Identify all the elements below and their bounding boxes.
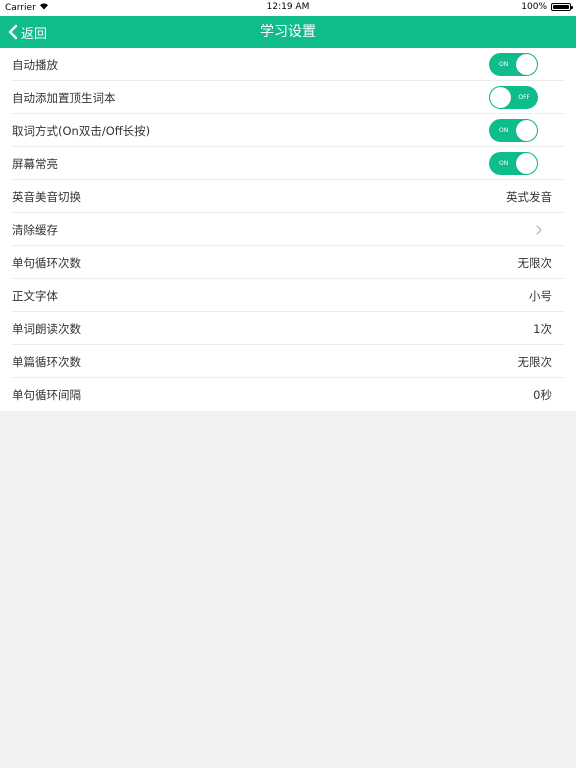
toggle-state: OFF <box>518 94 530 101</box>
toggle-state: ON <box>499 61 509 68</box>
setting-value: 0秒 <box>533 387 552 402</box>
chevron-right-icon <box>536 224 542 235</box>
setting-label: 英音美音切换 <box>12 189 81 204</box>
setting-label: 自动播放 <box>12 57 58 72</box>
setting-label: 单篇循环次数 <box>12 354 81 369</box>
auto-add-wordbook-toggle[interactable]: OFF <box>489 86 538 109</box>
setting-sentence-loop-interval[interactable]: 单句循环间隔 0秒 <box>0 378 576 411</box>
setting-sentence-loop-count[interactable]: 单句循环次数 无限次 <box>0 246 576 279</box>
status-bar: Carrier 12:19 AM 100% <box>0 0 576 16</box>
setting-accent-switch[interactable]: 英音美音切换 英式发音 <box>0 180 576 213</box>
setting-value: 无限次 <box>517 354 553 369</box>
screen-always-on-toggle[interactable]: ON <box>489 152 538 175</box>
auto-play-toggle[interactable]: ON <box>489 53 538 76</box>
setting-value: 无限次 <box>517 255 553 270</box>
setting-label: 取词方式(On双击/Off长按) <box>12 123 151 138</box>
setting-word-read-count[interactable]: 单词朗读次数 1次 <box>0 312 576 345</box>
setting-label: 自动添加置顶生词本 <box>12 90 116 105</box>
setting-label: 单句循环次数 <box>12 255 81 270</box>
setting-label: 屏幕常亮 <box>12 156 58 171</box>
settings-list: 自动播放 ON 自动添加置顶生词本 OFF 取词方式(On双击/Off长按) O… <box>0 48 576 411</box>
status-time: 12:19 AM <box>266 2 310 12</box>
toggle-knob <box>490 87 511 108</box>
setting-clear-cache[interactable]: 清除缓存 <box>0 213 576 246</box>
setting-label: 单句循环间隔 <box>12 387 81 402</box>
toggle-knob <box>516 120 537 141</box>
setting-label: 清除缓存 <box>12 222 58 237</box>
page-title: 学习设置 <box>260 24 316 40</box>
setting-label: 单词朗读次数 <box>12 321 81 336</box>
setting-body-font[interactable]: 正文字体 小号 <box>0 279 576 312</box>
battery-percent: 100% <box>521 2 547 12</box>
setting-value: 小号 <box>529 288 552 303</box>
setting-value: 1次 <box>533 321 552 336</box>
toggle-state: ON <box>499 160 509 167</box>
setting-value: 英式发音 <box>506 189 552 204</box>
navigation-bar: 返回 学习设置 <box>0 16 576 48</box>
word-pick-mode-toggle[interactable]: ON <box>489 119 538 142</box>
setting-article-loop-count[interactable]: 单篇循环次数 无限次 <box>0 345 576 378</box>
toggle-knob <box>516 153 537 174</box>
battery-indicator: 100% <box>521 2 573 12</box>
toggle-state: ON <box>499 127 509 134</box>
setting-word-pick-mode: 取词方式(On双击/Off长按) ON <box>0 114 576 147</box>
toggle-knob <box>516 54 537 75</box>
battery-icon <box>551 3 573 11</box>
setting-auto-add-wordbook: 自动添加置顶生词本 OFF <box>0 81 576 114</box>
setting-label: 正文字体 <box>12 288 58 303</box>
setting-screen-always-on: 屏幕常亮 ON <box>0 147 576 180</box>
setting-auto-play: 自动播放 ON <box>0 48 576 81</box>
